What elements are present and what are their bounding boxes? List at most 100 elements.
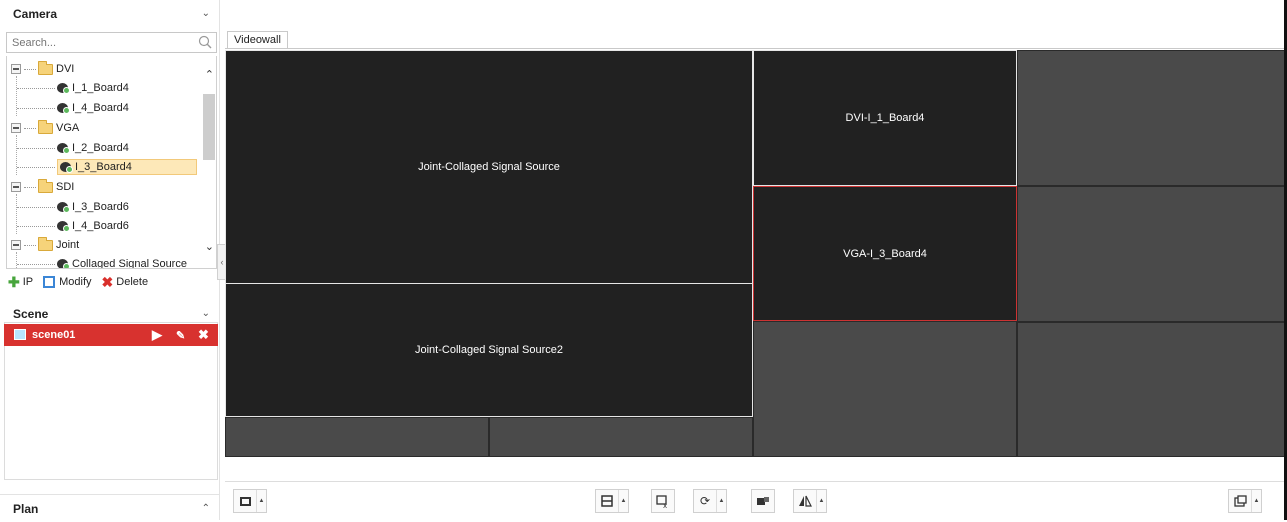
tree-item[interactable]: I_2_Board4 [17,139,129,157]
folder-icon [38,178,53,193]
save-icon [596,495,618,507]
camera-actions: ✚ IP Modify ✖ Delete [8,274,158,290]
collapse-icon[interactable] [11,240,21,250]
plan-section-header[interactable]: Plan ⌃ [0,494,220,522]
search-box[interactable] [6,32,217,53]
close-icon[interactable]: ✖ [198,327,209,343]
window-label: VGA-I_3_Board4 [843,247,927,260]
tree-label: I_1_Board4 [72,82,129,94]
chevron-down-icon[interactable]: ⌄ [202,308,210,319]
wall-tile[interactable] [1017,186,1287,322]
tree-scrollbar[interactable]: ⌃ ⌄ [202,64,216,264]
wall-window-dvi[interactable]: DVI-I_1_Board4 [753,50,1017,186]
scene-name: scene01 [32,329,76,341]
camera-title: Camera [13,7,58,21]
mirror-icon [794,495,816,507]
tree-label: I_3_Board4 [75,161,132,173]
collapse-icon[interactable] [11,123,21,133]
scene-icon [14,329,26,340]
wall-tile[interactable] [1017,50,1287,186]
screen-layout-button[interactable]: ▲ [233,489,267,513]
dropdown-arrow-icon[interactable]: ▲ [716,490,726,512]
scroll-down-icon[interactable]: ⌄ [205,240,214,253]
folder-icon [38,60,53,75]
tree-node-vga[interactable]: VGA [11,119,79,137]
dropdown-arrow-icon[interactable]: ▲ [256,490,266,512]
collapse-icon[interactable] [11,182,21,192]
window-label: DVI-I_1_Board4 [845,112,925,124]
delete-label: Delete [116,276,149,288]
tree-label: I_3_Board6 [72,201,129,213]
tree-label: SDI [56,181,75,193]
scene-title: Scene [13,307,49,321]
camera-icon [57,103,70,114]
camera-tree: DVI I_1_Board4 I_4_Board4 VGA I_2_Board4… [6,56,217,269]
refresh-icon: ⟳ [699,494,711,508]
collapse-icon[interactable] [11,64,21,74]
tree-label: Joint [56,239,80,251]
delete-button[interactable]: ✖ Delete [102,274,149,291]
clear-windows-button[interactable]: x [651,489,675,513]
camera-icon [60,162,73,173]
window-settings-button[interactable]: ▲ [1228,489,1262,513]
wall-window-joint2[interactable]: Joint-Collaged Signal Source2 [225,283,753,417]
display-icon [752,496,774,507]
tree-label: DVI [56,63,75,75]
window-settings-icon [1229,495,1251,507]
screen-icon [234,496,256,507]
wall-tile[interactable] [1017,322,1287,457]
play-icon[interactable]: ▶ [152,327,162,343]
modify-label: Modify [59,276,92,288]
search-icon[interactable] [198,35,212,52]
wall-tile[interactable] [489,417,753,457]
camera-icon [57,259,70,268]
modify-button[interactable]: Modify [43,276,92,288]
edit-icon[interactable]: ✎ [176,329,185,342]
window-label: Joint-Collaged Signal Source2 [415,344,563,356]
tree-node-sdi[interactable]: SDI [11,178,74,196]
tab-videowall[interactable]: Videowall [227,31,288,49]
dropdown-arrow-icon[interactable]: ▲ [816,490,826,512]
folder-icon [38,119,53,134]
videowall-canvas[interactable]: Joint-Collaged Signal Source Joint-Colla… [225,48,1287,485]
roam-button[interactable] [751,489,775,513]
scroll-thumb[interactable] [203,94,215,160]
plan-title: Plan [13,502,39,516]
selection-highlight: I_3_Board4 [57,159,197,175]
scene-item[interactable]: scene01 ▶ ✎ ✖ [4,324,218,346]
save-scene-button[interactable]: ▲ [595,489,629,513]
search-input[interactable] [7,33,187,52]
tree-label: I_2_Board4 [72,142,129,154]
plus-icon: ✚ [8,273,20,290]
camera-section-header[interactable]: Camera ⌄ [0,0,220,28]
tree-label: I_4_Board6 [72,220,129,232]
folder-icon [38,236,53,251]
tree-item[interactable]: I_1_Board4 [17,79,129,97]
tree-item-selected[interactable]: I_3_Board4 [17,158,197,176]
clear-windows-icon: x [652,494,674,508]
wall-tile[interactable] [225,417,489,457]
add-ip-button[interactable]: ✚ IP [8,274,33,291]
tree-item[interactable]: I_4_Board4 [17,99,129,117]
tree-item[interactable]: Collaged Signal Source [17,255,187,269]
tree-node-dvi[interactable]: DVI [11,60,74,78]
delete-icon: ✖ [101,273,114,290]
window-label: Joint-Collaged Signal Source [418,161,560,173]
wall-window-joint1[interactable]: Joint-Collaged Signal Source [225,50,753,284]
tree-label: VGA [56,122,80,134]
wall-tile[interactable] [753,321,1017,457]
scroll-up-icon[interactable]: ⌃ [205,68,214,81]
svg-text:x: x [663,502,667,508]
dropdown-arrow-icon[interactable]: ▲ [618,490,628,512]
camera-icon [57,221,70,232]
refresh-button[interactable]: ⟳ ▲ [693,489,727,513]
tree-item[interactable]: I_3_Board6 [17,198,129,216]
tree-item[interactable]: I_4_Board6 [17,217,129,235]
wall-window-vga[interactable]: VGA-I_3_Board4 [753,186,1017,321]
dropdown-arrow-icon[interactable]: ▲ [1251,490,1261,512]
chevron-down-icon[interactable]: ⌄ [202,8,210,19]
chevron-up-icon[interactable]: ⌃ [202,503,210,514]
tree-node-joint[interactable]: Joint [11,236,79,254]
tree-label: Collaged Signal Source [72,258,187,269]
mirror-button[interactable]: ▲ [793,489,827,513]
